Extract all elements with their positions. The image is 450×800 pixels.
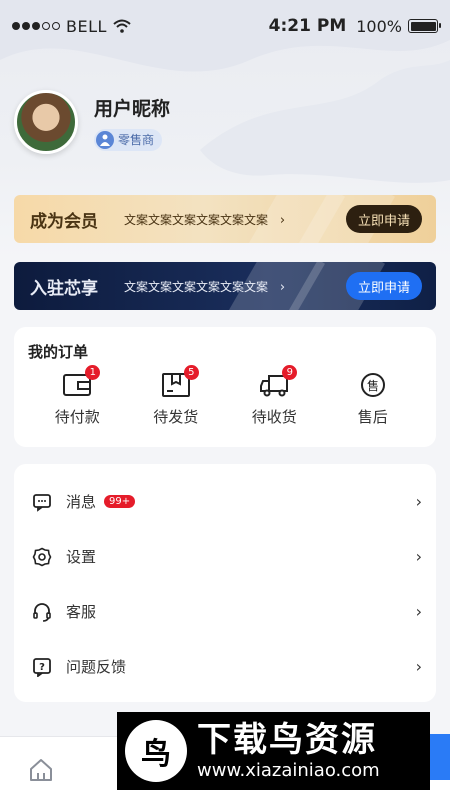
feedback-icon: ? [33, 657, 51, 677]
order-label: 待收货 [251, 408, 297, 426]
svg-text:?: ? [39, 662, 45, 673]
signal-icon [12, 22, 60, 30]
headset-icon [33, 602, 51, 622]
settings-menu-card: 消息 99+ › 设置 › 客服 › ? 问题反馈 › [14, 464, 436, 702]
menu-label: 设置 [66, 548, 97, 566]
menu-label: 问题反馈 [66, 658, 127, 676]
nickname: 用户昵称 [94, 97, 171, 120]
order-after-sale[interactable]: 售 售后 [324, 372, 423, 427]
carrier-name: BELL [66, 16, 107, 36]
member-banner-title: 成为会员 [30, 211, 98, 232]
menu-label: 客服 [66, 603, 97, 621]
battery-icon [408, 19, 441, 33]
role-label: 零售商 [118, 133, 155, 147]
badge-count: 5 [183, 365, 199, 380]
orders-card: 我的订单 1 待付款 5 待发货 9 待收货 售 售后 [14, 327, 436, 447]
menu-item-settings[interactable]: 设置 › [14, 529, 436, 584]
gear-icon [32, 547, 52, 566]
chevron-right-icon: › [279, 279, 286, 295]
menu-item-feedback[interactable]: ? 问题反馈 › [14, 639, 436, 694]
watermark-title: 下载鸟资源 [197, 720, 377, 760]
message-icon [33, 493, 51, 512]
badge-count: 9 [282, 365, 298, 380]
menu-item-messages[interactable]: 消息 99+ › [14, 474, 436, 529]
after-sale-icon: 售 [358, 372, 388, 400]
order-label: 待付款 [54, 408, 100, 426]
chevron-right-icon: › [279, 212, 286, 228]
watermark-url: www.xiazainiao.com [197, 760, 380, 781]
join-apply-button[interactable]: 立即申请 [345, 272, 422, 300]
join-banner[interactable]: 入驻芯享 文案文案文案文案文案文案 › 立即申请 [14, 262, 436, 310]
menu-label: 消息 [66, 493, 97, 511]
order-pending-shipment[interactable]: 5 待发货 [127, 365, 226, 427]
clock: 4:21 PM [268, 16, 347, 36]
order-label: 待发货 [153, 408, 199, 426]
member-banner-desc: 文案文案文案文案文案文案 [124, 212, 269, 227]
avatar[interactable] [14, 90, 78, 154]
order-label: 售后 [357, 408, 388, 426]
box-icon: 5 [161, 365, 199, 400]
profile-header[interactable]: 用户昵称 零售商 [14, 90, 170, 154]
chevron-right-icon: › [415, 602, 422, 621]
truck-icon: 9 [259, 365, 298, 400]
wallet-icon: 1 [62, 365, 101, 400]
chevron-right-icon: › [415, 492, 422, 511]
watermark-overlay: 鸟 下载鸟资源 www.xiazainiao.com [117, 712, 430, 790]
home-icon[interactable] [28, 757, 54, 783]
orders-title: 我的订单 [28, 343, 89, 361]
watermark-logo: 鸟 [125, 720, 187, 782]
member-banner[interactable]: 成为会员 文案文案文案文案文案文案 › 立即申请 [14, 195, 436, 243]
chevron-right-icon: › [415, 657, 422, 676]
member-apply-button[interactable]: 立即申请 [345, 205, 422, 233]
message-count-badge: 99+ [104, 495, 136, 508]
join-banner-desc: 文案文案文案文案文案文案 [124, 279, 269, 294]
badge-count: 1 [85, 365, 101, 380]
menu-item-customer-service[interactable]: 客服 › [14, 584, 436, 639]
join-banner-title: 入驻芯享 [30, 278, 98, 299]
status-bar: BELL 4:21 PM 100% [0, 0, 450, 52]
order-pending-receipt[interactable]: 9 待收货 [225, 365, 324, 427]
user-role-icon [96, 130, 114, 149]
role-badge: 零售商 [94, 128, 163, 151]
wifi-icon [113, 19, 131, 33]
battery-percent: 100% [356, 16, 402, 36]
order-pending-payment[interactable]: 1 待付款 [28, 365, 127, 427]
chevron-right-icon: › [415, 547, 422, 566]
svg-text:售: 售 [367, 378, 379, 393]
